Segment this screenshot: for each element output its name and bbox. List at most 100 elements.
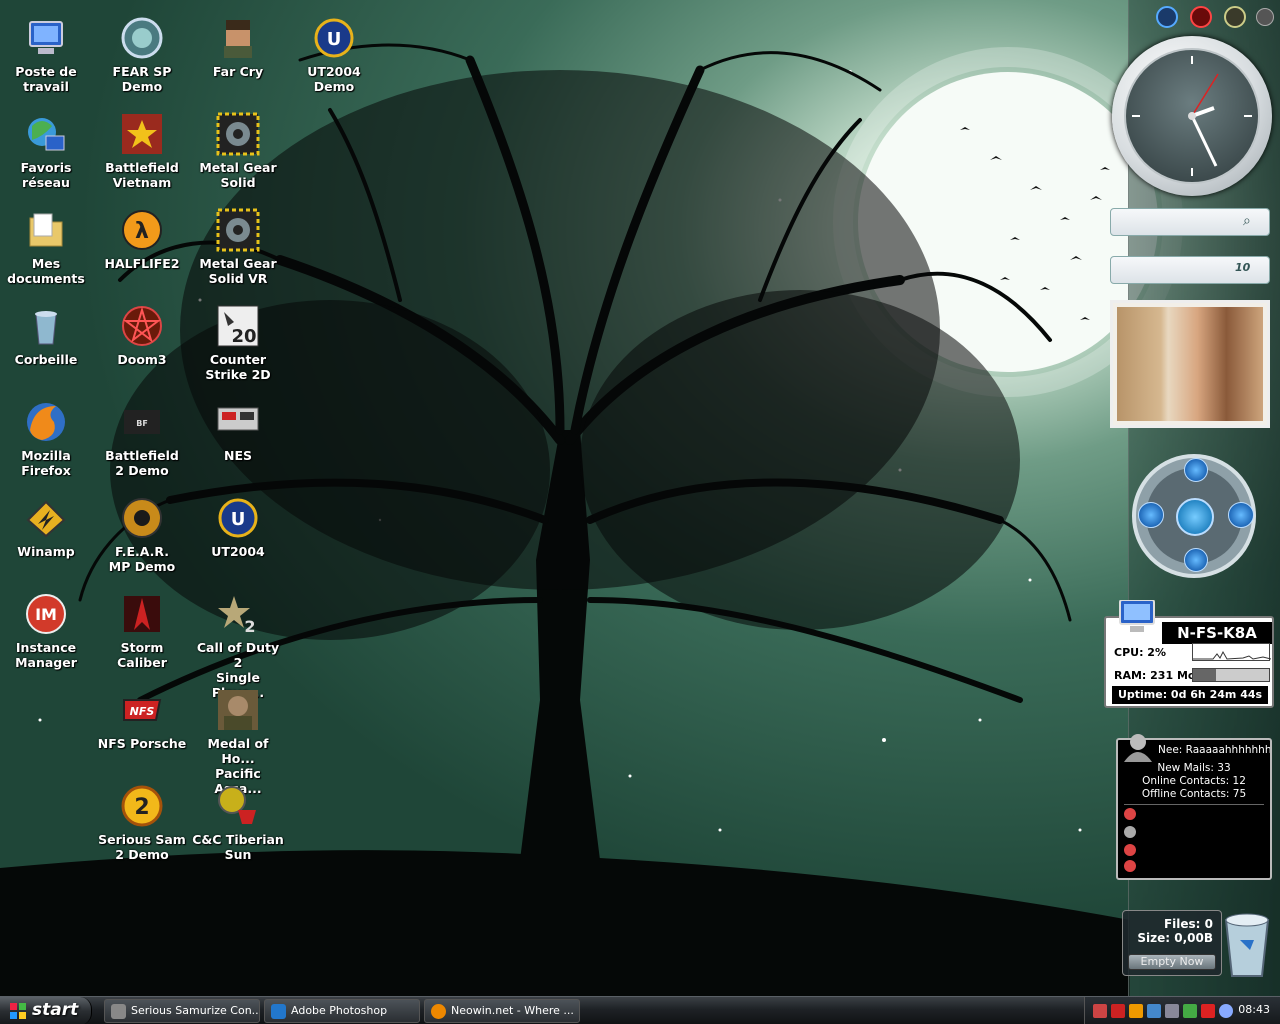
tray-icon[interactable]	[1093, 1004, 1107, 1018]
stop-button[interactable]	[1184, 548, 1208, 572]
desktop-icon-label: Mes documents	[7, 256, 85, 286]
sidebar-toolbar	[1150, 4, 1278, 30]
ram-bar-fill	[1193, 669, 1216, 681]
divider	[1124, 804, 1264, 805]
desktop-icon-winamp[interactable]: Winamp	[0, 494, 92, 586]
tray-icon[interactable]	[1165, 1004, 1179, 1018]
play-button[interactable]	[1176, 498, 1214, 536]
analog-clock	[1112, 36, 1272, 196]
desktop-icon-battlefield-vietnam[interactable]: Battlefield Vietnam	[96, 110, 188, 202]
doom3-icon	[120, 304, 164, 348]
desktop-icon-metal-gear-solid-vr[interactable]: Metal Gear Solid VR	[192, 206, 284, 298]
svg-text:20: 20	[231, 326, 256, 347]
system-tray: 08:43	[1084, 997, 1280, 1024]
tray-icon[interactable]	[1183, 1004, 1197, 1018]
desktop-icon-nes[interactable]: NES	[192, 398, 284, 490]
desktop-icon-medal-of-honor[interactable]: Medal of Ho... Pacific Assa...	[192, 686, 284, 796]
desktop-icon-far-cry[interactable]: Far Cry	[192, 14, 284, 106]
computer-icon	[24, 16, 68, 60]
cnc-icon	[216, 784, 260, 828]
search-engine-icon[interactable]: 10	[1235, 261, 1261, 279]
slideshow-image	[1117, 307, 1263, 421]
settings-icon[interactable]	[1224, 6, 1246, 28]
desktop-icon-doom3[interactable]: Doom3	[96, 302, 188, 394]
metal-gear-icon	[216, 112, 260, 156]
taskbar-item-samurize[interactable]: Serious Samurize Con...	[104, 999, 260, 1023]
desktop-icon-ut2004-demo[interactable]: U UT2004 Demo	[288, 14, 380, 106]
svg-text:U: U	[231, 509, 246, 530]
desktop-icon-instance-manager[interactable]: IM Instance Manager	[0, 590, 92, 682]
add-gadget-icon[interactable]	[1256, 8, 1274, 26]
computer-icon	[1116, 599, 1158, 634]
folder-icon	[24, 208, 68, 252]
desktop-icon-label: Doom3	[117, 352, 167, 367]
desktop-icon-network[interactable]: Favoris réseau	[0, 110, 92, 202]
desktop-icon-label: NFS Porsche	[97, 736, 187, 751]
desktop-icon-firefox[interactable]: Mozilla Firefox	[0, 398, 92, 490]
shutdown-icon[interactable]	[1190, 6, 1212, 28]
contact-icon[interactable]	[1124, 826, 1136, 838]
desktop-icon-label: FEAR SP Demo	[112, 64, 172, 94]
online-contacts: Online Contacts: 12	[1142, 775, 1246, 787]
medal-of-honor-icon	[216, 688, 260, 732]
minute-hand	[1190, 115, 1218, 167]
recycle-bin-icon	[24, 304, 68, 348]
desktop-icon-fear-sp[interactable]: FEAR SP Demo	[96, 14, 188, 106]
contact-icon[interactable]	[1124, 860, 1136, 872]
desktop-icon-serious-sam[interactable]: 2 Serious Sam 2 Demo	[96, 782, 188, 874]
desktop-icon-label: UT2004 Demo	[307, 64, 361, 94]
contact-icon[interactable]	[1124, 808, 1136, 820]
desktop-icon-call-of-duty-2[interactable]: 2 Call of Duty 2 Single Playe...	[192, 590, 284, 700]
svg-text:2: 2	[134, 795, 149, 820]
clock-face	[1124, 48, 1260, 184]
search-icon[interactable]: ⌕	[1243, 213, 1261, 231]
ati-icon[interactable]	[1201, 1004, 1215, 1018]
next-button[interactable]	[1228, 502, 1254, 528]
desktop-icon-my-computer[interactable]: Poste de travail	[0, 14, 92, 106]
windows-logo-icon	[10, 1003, 26, 1019]
tray-icon[interactable]	[1147, 1004, 1161, 1018]
desktop-icon-metal-gear-solid[interactable]: Metal Gear Solid	[192, 110, 284, 202]
instance-manager-icon: IM	[24, 592, 68, 636]
desktop-icon-battlefield2[interactable]: BF Battlefield 2 Demo	[96, 398, 188, 490]
wireless-icon[interactable]	[1219, 1004, 1233, 1018]
power-icon[interactable]	[1156, 6, 1178, 28]
desktop-icon-counter-strike-2d[interactable]: 20 Counter Strike 2D	[192, 302, 284, 394]
desktop-icon-label: Far Cry	[212, 64, 264, 79]
search-input[interactable]: ⌕	[1110, 208, 1270, 236]
desktop-icon-recycle-bin[interactable]: Corbeille	[0, 302, 92, 394]
desktop-icon-label: Instance Manager	[15, 640, 77, 670]
desktop-icon-nfs-porsche[interactable]: NFS NFS Porsche	[96, 686, 188, 778]
call-of-duty-icon: 2	[216, 592, 260, 636]
desktop-icon-fear-mp[interactable]: F.E.A.R. MP Demo	[96, 494, 188, 586]
recycle-files: Files: 0	[1163, 917, 1213, 931]
taskbar-item-label: Adobe Photoshop	[291, 1004, 388, 1017]
desktop-icon-label: Mozilla Firefox	[21, 448, 71, 478]
desktop-icon-label: Favoris réseau	[20, 160, 72, 190]
desktop-icon-my-documents[interactable]: Mes documents	[0, 206, 92, 298]
taskbar-item-firefox[interactable]: Neowin.net - Where ...	[424, 999, 580, 1023]
desktop-icon-ut2004[interactable]: U UT2004	[192, 494, 284, 586]
messenger-status: Nee: Raaaaahhhhhhhh	[1158, 744, 1270, 756]
web-search-input[interactable]: 10	[1110, 256, 1270, 284]
recycle-bin-icon[interactable]	[1220, 910, 1274, 980]
desktop-icon-label: Storm Caliber	[117, 640, 167, 670]
photo-slideshow[interactable]	[1110, 300, 1270, 428]
serious-sam-icon: 2	[120, 784, 164, 828]
pause-button[interactable]	[1184, 458, 1208, 482]
svg-text:IM: IM	[35, 605, 57, 624]
taskbar-item-photoshop[interactable]: Adobe Photoshop	[264, 999, 420, 1023]
offline-contacts: Offline Contacts: 75	[1141, 788, 1247, 800]
ut2004-demo-icon: U	[312, 16, 356, 60]
desktop-icon-cnc-tiberian-sun[interactable]: C&C Tiberian Sun	[192, 782, 284, 874]
desktop-icon-label: Counter Strike 2D	[205, 352, 271, 382]
empty-now-button[interactable]: Empty Now	[1128, 954, 1216, 970]
desktop-icon-halflife2[interactable]: λ HALFLIFE2	[96, 206, 188, 298]
tray-icon[interactable]	[1129, 1004, 1143, 1018]
start-button[interactable]: start	[0, 997, 92, 1024]
previous-button[interactable]	[1138, 502, 1164, 528]
tray-icon[interactable]	[1111, 1004, 1125, 1018]
desktop-icon-storm-caliber[interactable]: Storm Caliber	[96, 590, 188, 682]
contact-icon[interactable]	[1124, 844, 1136, 856]
messenger-widget: Nee: Raaaaahhhhhhhh New Mails: 33 Online…	[1116, 734, 1272, 880]
